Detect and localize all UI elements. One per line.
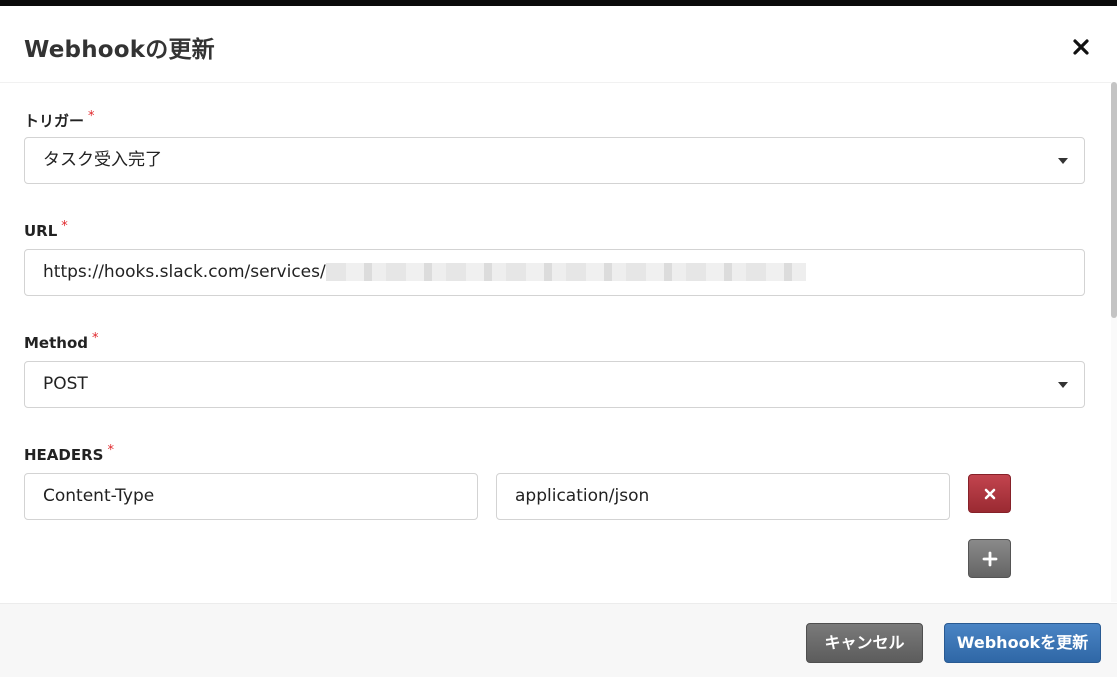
header-value-value: application/json (515, 486, 650, 506)
redacted-url-segment (325, 263, 806, 281)
method-select[interactable]: POST (24, 361, 1085, 408)
header-key-input[interactable]: Content-Type (24, 473, 478, 520)
trigger-select[interactable]: タスク受入完了 (24, 137, 1085, 184)
times-icon (984, 488, 995, 499)
trigger-select-value: タスク受入完了 (43, 150, 162, 170)
url-input-value: https://hooks.slack.com/services/ (43, 262, 326, 282)
method-select-value: POST (43, 374, 88, 394)
required-mark: * (61, 219, 68, 234)
update-webhook-button[interactable]: Webhookを更新 (944, 623, 1101, 663)
required-mark: * (107, 443, 114, 458)
method-label: Method * (24, 331, 99, 352)
caret-down-icon (1058, 382, 1068, 388)
headers-label-text: HEADERS (24, 446, 104, 464)
required-mark: * (92, 331, 99, 346)
cancel-button[interactable]: キャンセル (806, 623, 923, 663)
url-label: URL * (24, 219, 68, 240)
remove-header-button[interactable] (968, 474, 1011, 513)
scrollbar-thumb[interactable] (1111, 82, 1117, 318)
header-key-value: Content-Type (43, 486, 155, 506)
required-mark: * (88, 109, 95, 124)
modal-header: Webhookの更新 (0, 6, 1117, 83)
trigger-label: トリガー * (24, 109, 95, 131)
close-button[interactable] (1070, 36, 1092, 58)
url-input[interactable]: https://hooks.slack.com/services/ (24, 249, 1085, 296)
modal-title: Webhookの更新 (24, 37, 215, 63)
close-icon (1073, 39, 1089, 55)
trigger-label-text: トリガー (24, 112, 85, 130)
plus-icon (982, 551, 997, 566)
headers-label: HEADERS * (24, 443, 114, 464)
add-header-button[interactable] (968, 539, 1011, 578)
modal-footer: キャンセル Webhookを更新 (0, 603, 1117, 677)
caret-down-icon (1058, 158, 1068, 164)
url-label-text: URL (24, 222, 58, 240)
header-value-input[interactable]: application/json (496, 473, 950, 520)
method-label-text: Method (24, 334, 88, 352)
